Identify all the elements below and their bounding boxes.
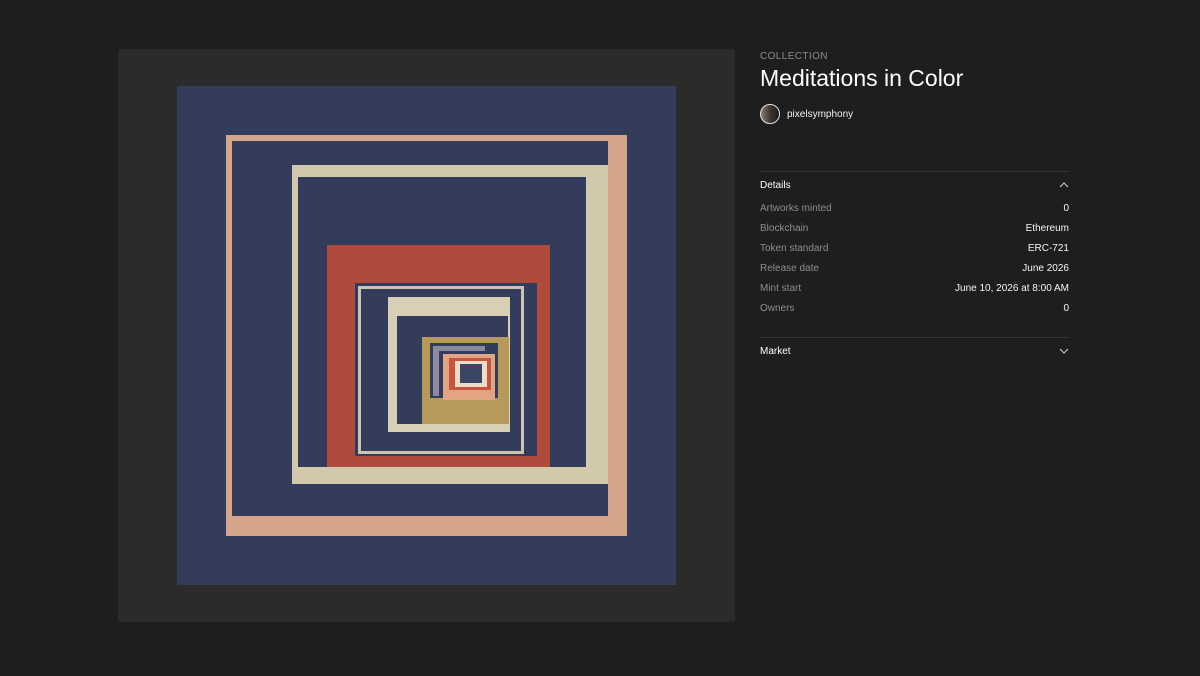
detail-label: Token standard — [760, 242, 829, 254]
detail-row-token-standard: Token standard ERC-721 — [760, 241, 1069, 255]
market-heading: Market — [760, 345, 791, 357]
detail-row-blockchain: Blockchain Ethereum — [760, 221, 1069, 235]
creator-name: pixelsymphony — [787, 108, 854, 120]
details-heading: Details — [760, 179, 791, 191]
creator-link[interactable]: pixelsymphony — [760, 103, 853, 125]
detail-label: Artworks minted — [760, 202, 832, 214]
detail-label: Blockchain — [760, 222, 809, 234]
detail-value: ERC-721 — [1027, 242, 1069, 254]
artwork-image[interactable] — [177, 86, 676, 585]
collection-eyebrow: COLLECTION — [760, 51, 828, 62]
artwork-panel — [118, 49, 735, 622]
details-section-toggle[interactable]: Details — [760, 177, 1069, 193]
detail-row-owners: Owners 0 — [760, 301, 1069, 315]
detail-label: Mint start — [760, 282, 802, 294]
detail-value: June 10, 2026 at 8:00 AM — [955, 282, 1069, 294]
collection-title: Meditations in Color — [760, 65, 964, 91]
detail-value: 0 — [1063, 202, 1069, 214]
detail-value: Ethereum — [1025, 222, 1069, 234]
detail-row-release-date: Release date June 2026 — [760, 261, 1069, 275]
detail-value: June 2026 — [1022, 262, 1069, 274]
detail-label: Release date — [760, 262, 819, 274]
divider — [760, 171, 1069, 172]
divider — [760, 337, 1069, 338]
detail-value: 0 — [1063, 302, 1069, 314]
chevron-down-icon — [1059, 348, 1069, 354]
market-section-toggle[interactable]: Market — [760, 343, 1069, 359]
detail-label: Owners — [760, 302, 795, 314]
chevron-up-icon — [1059, 182, 1069, 188]
avatar — [760, 104, 780, 124]
detail-row-mint-start: Mint start June 10, 2026 at 8:00 AM — [760, 281, 1069, 295]
detail-row-artworks-minted: Artworks minted 0 — [760, 201, 1069, 215]
